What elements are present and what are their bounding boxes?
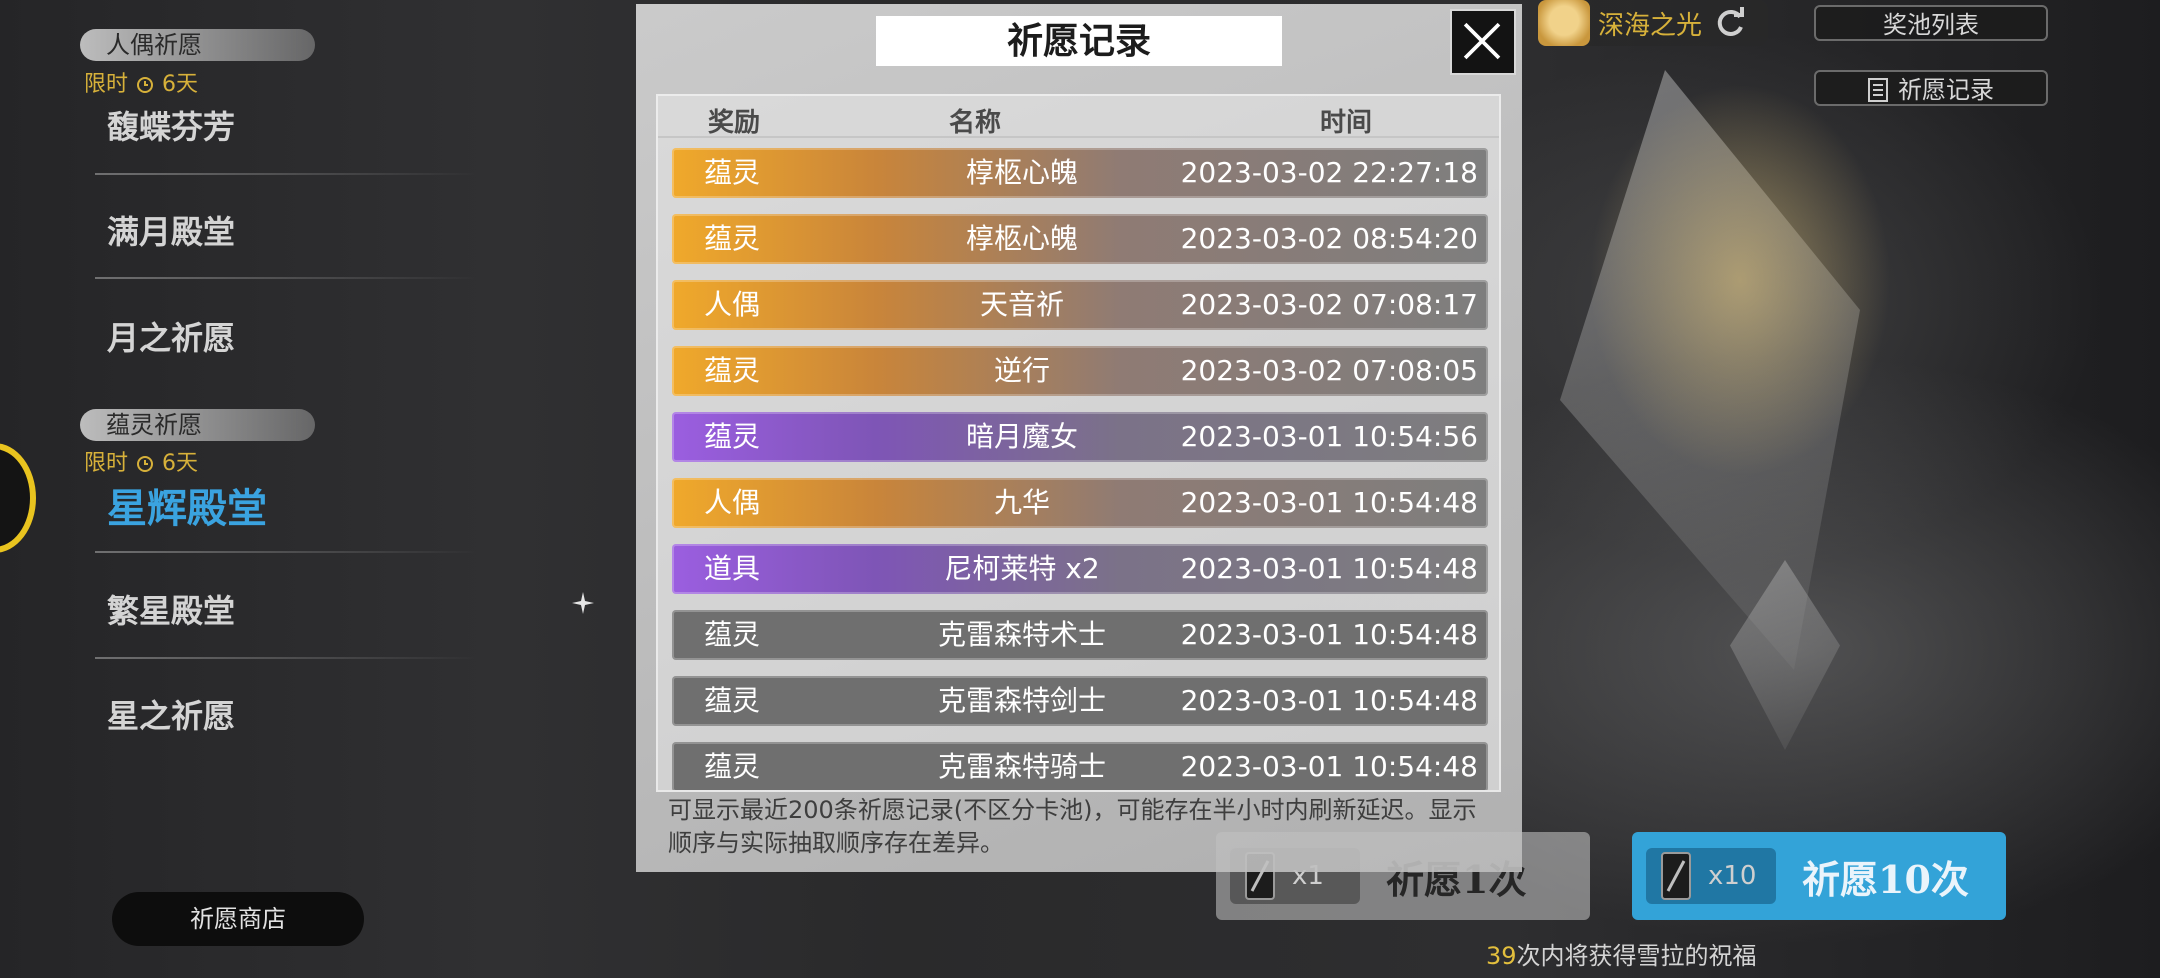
row-reward-type: 蕴灵 (704, 156, 761, 189)
pity-number: 39 (1486, 942, 1517, 970)
group-tag-spirit: 蕴灵祈愿 (80, 409, 315, 441)
row-item-name: 克雷森特剑士 (937, 684, 1106, 717)
pity-text: 次内将获得雪拉的祝福 (1516, 942, 1757, 970)
clock-icon (137, 456, 154, 472)
row-time: 2023-03-02 07:08:05 (1180, 354, 1478, 387)
limit-days: 6天 (162, 72, 199, 97)
document-icon (1868, 78, 1888, 102)
table-row: 蕴灵 克雷森特骑士 2023-03-01 10:54:48 (672, 742, 1488, 790)
row-reward-type: 蕴灵 (704, 750, 761, 783)
table-row: 蕴灵 逆行 2023-03-02 07:08:05 (672, 346, 1488, 396)
history-note: 可显示最近200条祈愿记录(不区分卡池)，可能存在半小时内刷新延迟。显示顺序与实… (668, 796, 1477, 857)
character-avatar (1538, 0, 1590, 46)
row-reward-type: 蕴灵 (704, 420, 761, 453)
row-reward-type: 蕴灵 (704, 354, 761, 387)
table-row: 蕴灵 椁柩心魄 2023-03-02 22:27:18 (672, 148, 1488, 198)
pity-counter: 39次内将获得雪拉的祝福 (1486, 936, 1757, 971)
row-time: 2023-03-01 10:54:48 (1180, 486, 1478, 519)
limit-badge-doll: 限时 6天 (84, 72, 198, 98)
row-item-name: 九华 (993, 486, 1050, 519)
history-rows: 蕴灵 椁柩心魄 2023-03-02 22:27:18 蕴灵 椁柩心魄 2023-03-0… (672, 148, 1488, 790)
pull-ten-button[interactable]: x10 祈愿10次 (1632, 832, 2006, 920)
menu-item-yuezhi[interactable]: 月之祈愿 (107, 313, 235, 359)
row-item-name: 天音祈 (979, 288, 1064, 321)
table-row: 人偶 天音祈 2023-03-02 07:08:17 (672, 280, 1488, 330)
row-time: 2023-03-01 10:54:48 (1180, 618, 1478, 651)
row-reward-type: 人偶 (704, 288, 761, 321)
table-row: 蕴灵 克雷森特剑士 2023-03-01 10:54:48 (672, 676, 1488, 726)
row-time: 2023-03-01 10:54:48 (1180, 552, 1478, 585)
table-row: 人偶 九华 2023-03-01 10:54:48 (672, 478, 1488, 528)
group-tag-doll: 人偶祈愿 (80, 29, 315, 61)
row-time: 2023-03-01 10:54:48 (1180, 750, 1478, 783)
history-table[interactable]: 奖励 名称 时间 蕴灵 椁柩心魄 2023-03-02 22:27:18 蕴灵 椁柩心魄… (656, 94, 1501, 792)
menu-item-xingzhi[interactable]: 星之祈愿 (107, 691, 235, 737)
sparkle-icon (572, 592, 594, 614)
row-time: 2023-03-02 22:27:18 (1180, 156, 1478, 189)
row-item-name: 尼柯莱特 x2 (944, 552, 1100, 585)
ticket-count: x10 (1708, 861, 1757, 891)
menu-divider (95, 657, 480, 659)
menu-item-xinghui-active[interactable]: 星辉殿堂 (107, 476, 267, 534)
ticket-cost: x10 (1646, 848, 1776, 904)
limit-label: 限时 (84, 451, 129, 476)
limit-badge-spirit: 限时 6天 (84, 451, 198, 477)
wish-history-button[interactable]: 祈愿记录 (1814, 70, 2048, 106)
column-header-name: 名称 (949, 108, 1002, 138)
refresh-icon[interactable] (1712, 5, 1748, 41)
menu-divider (95, 551, 480, 553)
menu-item-fanxing[interactable]: 繁星殿堂 (107, 586, 235, 632)
modal-title: 祈愿记录 (876, 16, 1282, 66)
table-row: 道具 尼柯莱特 x2 2023-03-01 10:54:48 (672, 544, 1488, 594)
column-header-time: 时间 (1320, 108, 1373, 138)
row-reward-type: 蕴灵 (704, 222, 761, 255)
ticket-icon (1661, 852, 1691, 900)
header-divider (658, 136, 1499, 138)
row-time: 2023-03-02 07:08:17 (1180, 288, 1478, 321)
row-reward-type: 道具 (704, 552, 761, 585)
menu-item-manyue[interactable]: 满月殿堂 (107, 207, 235, 253)
wish-history-modal: 祈愿记录 奖励 名称 时间 蕴灵 椁柩心魄 2023-03-02 22:27:18 蕴… (636, 4, 1522, 872)
character-name: 深海之光 (1598, 10, 1703, 41)
row-time: 2023-03-01 10:54:48 (1180, 684, 1478, 717)
close-button[interactable] (1450, 9, 1516, 75)
pull-ten-label: 祈愿10次 (1802, 856, 1969, 902)
menu-item-fudie[interactable]: 馥蝶芬芳 (107, 102, 235, 148)
row-item-name: 椁柩心魄 (965, 156, 1078, 189)
character-switch-chip[interactable]: 深海之光 (1538, 0, 1768, 46)
table-row: 蕴灵 暗月魔女 2023-03-01 10:54:56 (672, 412, 1488, 462)
row-time: 2023-03-01 10:54:56 (1180, 420, 1478, 453)
row-item-name: 逆行 (993, 354, 1050, 387)
character-art (1520, 40, 2020, 600)
row-item-name: 克雷森特术士 (937, 618, 1106, 651)
column-header-reward: 奖励 (708, 108, 761, 138)
table-row: 蕴灵 椁柩心魄 2023-03-02 08:54:20 (672, 214, 1488, 264)
table-row: 蕴灵 克雷森特术士 2023-03-01 10:54:48 (672, 610, 1488, 660)
close-icon (1463, 22, 1501, 60)
menu-divider (95, 173, 480, 175)
row-item-name: 暗月魔女 (965, 420, 1078, 453)
pool-list-button[interactable]: 奖池列表 (1814, 5, 2048, 41)
row-item-name: 克雷森特骑士 (937, 750, 1106, 783)
row-reward-type: 人偶 (704, 486, 761, 519)
row-time: 2023-03-02 08:54:20 (1180, 222, 1478, 255)
pool-list-label: 奖池列表 (1883, 11, 1979, 39)
menu-divider (95, 277, 480, 279)
row-reward-type: 蕴灵 (704, 684, 761, 717)
wish-shop-button[interactable]: 祈愿商店 (112, 892, 364, 946)
clock-icon (137, 77, 154, 93)
wish-history-label: 祈愿记录 (1898, 76, 1994, 104)
limit-label: 限时 (84, 72, 129, 97)
limit-days: 6天 (162, 451, 199, 476)
row-item-name: 椁柩心魄 (965, 222, 1078, 255)
row-reward-type: 蕴灵 (704, 618, 761, 651)
